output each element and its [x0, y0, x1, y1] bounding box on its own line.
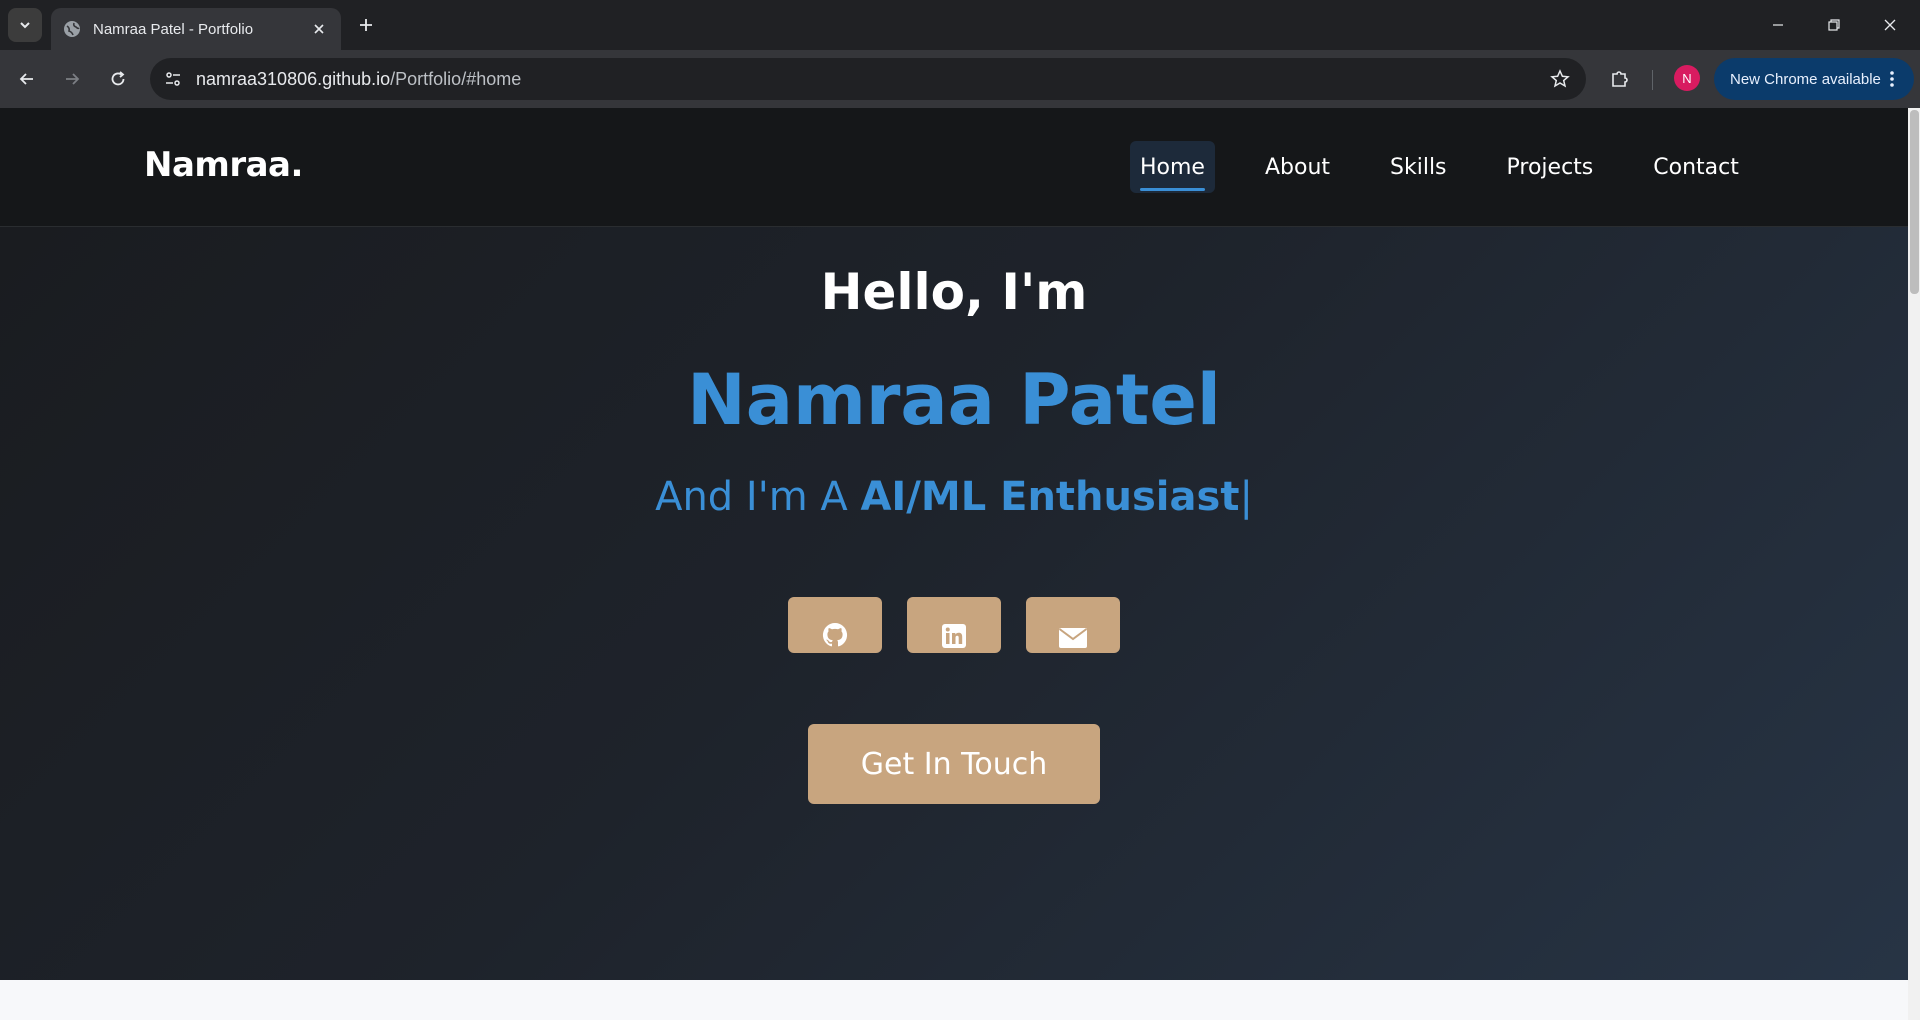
url-host: namraa310806.github.io: [196, 69, 391, 89]
nav-projects[interactable]: Projects: [1497, 141, 1604, 193]
plus-icon: [360, 19, 372, 31]
envelope-icon: [1058, 628, 1088, 648]
nav-skills[interactable]: Skills: [1380, 141, 1457, 193]
new-tab-button[interactable]: [353, 12, 379, 38]
page-viewport: Namraa. Home About Skills Projects Conta…: [0, 108, 1920, 1020]
chrome-update-button[interactable]: New Chrome available: [1714, 58, 1914, 100]
toolbar-separator: [1652, 70, 1653, 90]
github-link[interactable]: [788, 597, 882, 653]
reload-button[interactable]: [102, 63, 134, 95]
hero-greeting: Hello, I'm: [820, 263, 1088, 321]
more-vert-icon: [1890, 71, 1894, 87]
social-links: [788, 597, 1145, 653]
profile-avatar[interactable]: N: [1674, 65, 1700, 91]
restore-button[interactable]: [1806, 0, 1862, 50]
typing-cursor: |: [1239, 474, 1253, 520]
close-window-button[interactable]: [1862, 0, 1918, 50]
update-label: New Chrome available: [1730, 70, 1881, 88]
site-header: Namraa. Home About Skills Projects Conta…: [0, 108, 1908, 227]
page-scrollbar[interactable]: [1908, 108, 1920, 1020]
more-menu-button[interactable]: [1882, 67, 1902, 91]
site-logo[interactable]: Namraa.: [144, 145, 303, 185]
browser-toolbar: namraa310806.github.io/Portfolio/#home N…: [0, 50, 1920, 108]
hero-section: Hello, I'm Namraa Patel And I'm A AI/ML …: [0, 227, 1908, 980]
url-path: /Portfolio/#home: [390, 69, 522, 89]
linkedin-icon: [942, 624, 966, 648]
github-icon: [822, 622, 848, 647]
back-button[interactable]: [11, 63, 43, 95]
forward-button[interactable]: [56, 63, 88, 95]
browser-tab[interactable]: Namraa Patel - Portfolio: [51, 8, 341, 50]
nav-home[interactable]: Home: [1130, 141, 1215, 193]
scrollbar-thumb[interactable]: [1910, 110, 1919, 294]
close-icon: [1884, 19, 1896, 31]
linkedin-link[interactable]: [907, 597, 1001, 653]
extensions-button[interactable]: [1606, 65, 1634, 93]
chevron-down-icon: [20, 22, 30, 29]
close-icon: [314, 24, 324, 34]
hero-name: Namraa Patel: [687, 359, 1221, 441]
role-prefix: And I'm A: [655, 474, 861, 520]
minimize-icon: [1773, 24, 1783, 26]
browser-tab-bar: Namraa Patel - Portfolio: [0, 0, 1920, 50]
site-info-button[interactable]: [160, 66, 186, 92]
nav-about[interactable]: About: [1255, 141, 1340, 193]
role-text: AI/ML Enthusiast: [860, 474, 1240, 520]
minimize-button[interactable]: [1750, 0, 1806, 50]
arrow-left-icon: [19, 73, 33, 85]
get-in-touch-button[interactable]: Get In Touch: [808, 724, 1100, 804]
nav-contact[interactable]: Contact: [1643, 141, 1749, 193]
restore-icon: [1828, 19, 1840, 31]
tune-icon: [166, 72, 180, 86]
bookmark-button[interactable]: [1548, 67, 1572, 91]
star-icon: [1550, 69, 1570, 88]
hero-role: And I'm A AI/ML Enthusiast|: [0, 474, 1908, 520]
puzzle-icon: [1612, 71, 1628, 87]
tab-search-button[interactable]: [8, 8, 42, 42]
main-nav: Home About Skills Projects Contact: [1130, 141, 1789, 193]
arrow-right-icon: [66, 73, 80, 85]
email-link[interactable]: [1026, 597, 1120, 653]
url-text: namraa310806.github.io/Portfolio/#home: [196, 69, 521, 90]
tab-title: Namraa Patel - Portfolio: [93, 20, 254, 38]
address-bar[interactable]: namraa310806.github.io/Portfolio/#home: [150, 58, 1586, 100]
tab-close-button[interactable]: [309, 19, 329, 39]
reload-icon: [111, 71, 125, 86]
globe-icon: [64, 21, 80, 37]
